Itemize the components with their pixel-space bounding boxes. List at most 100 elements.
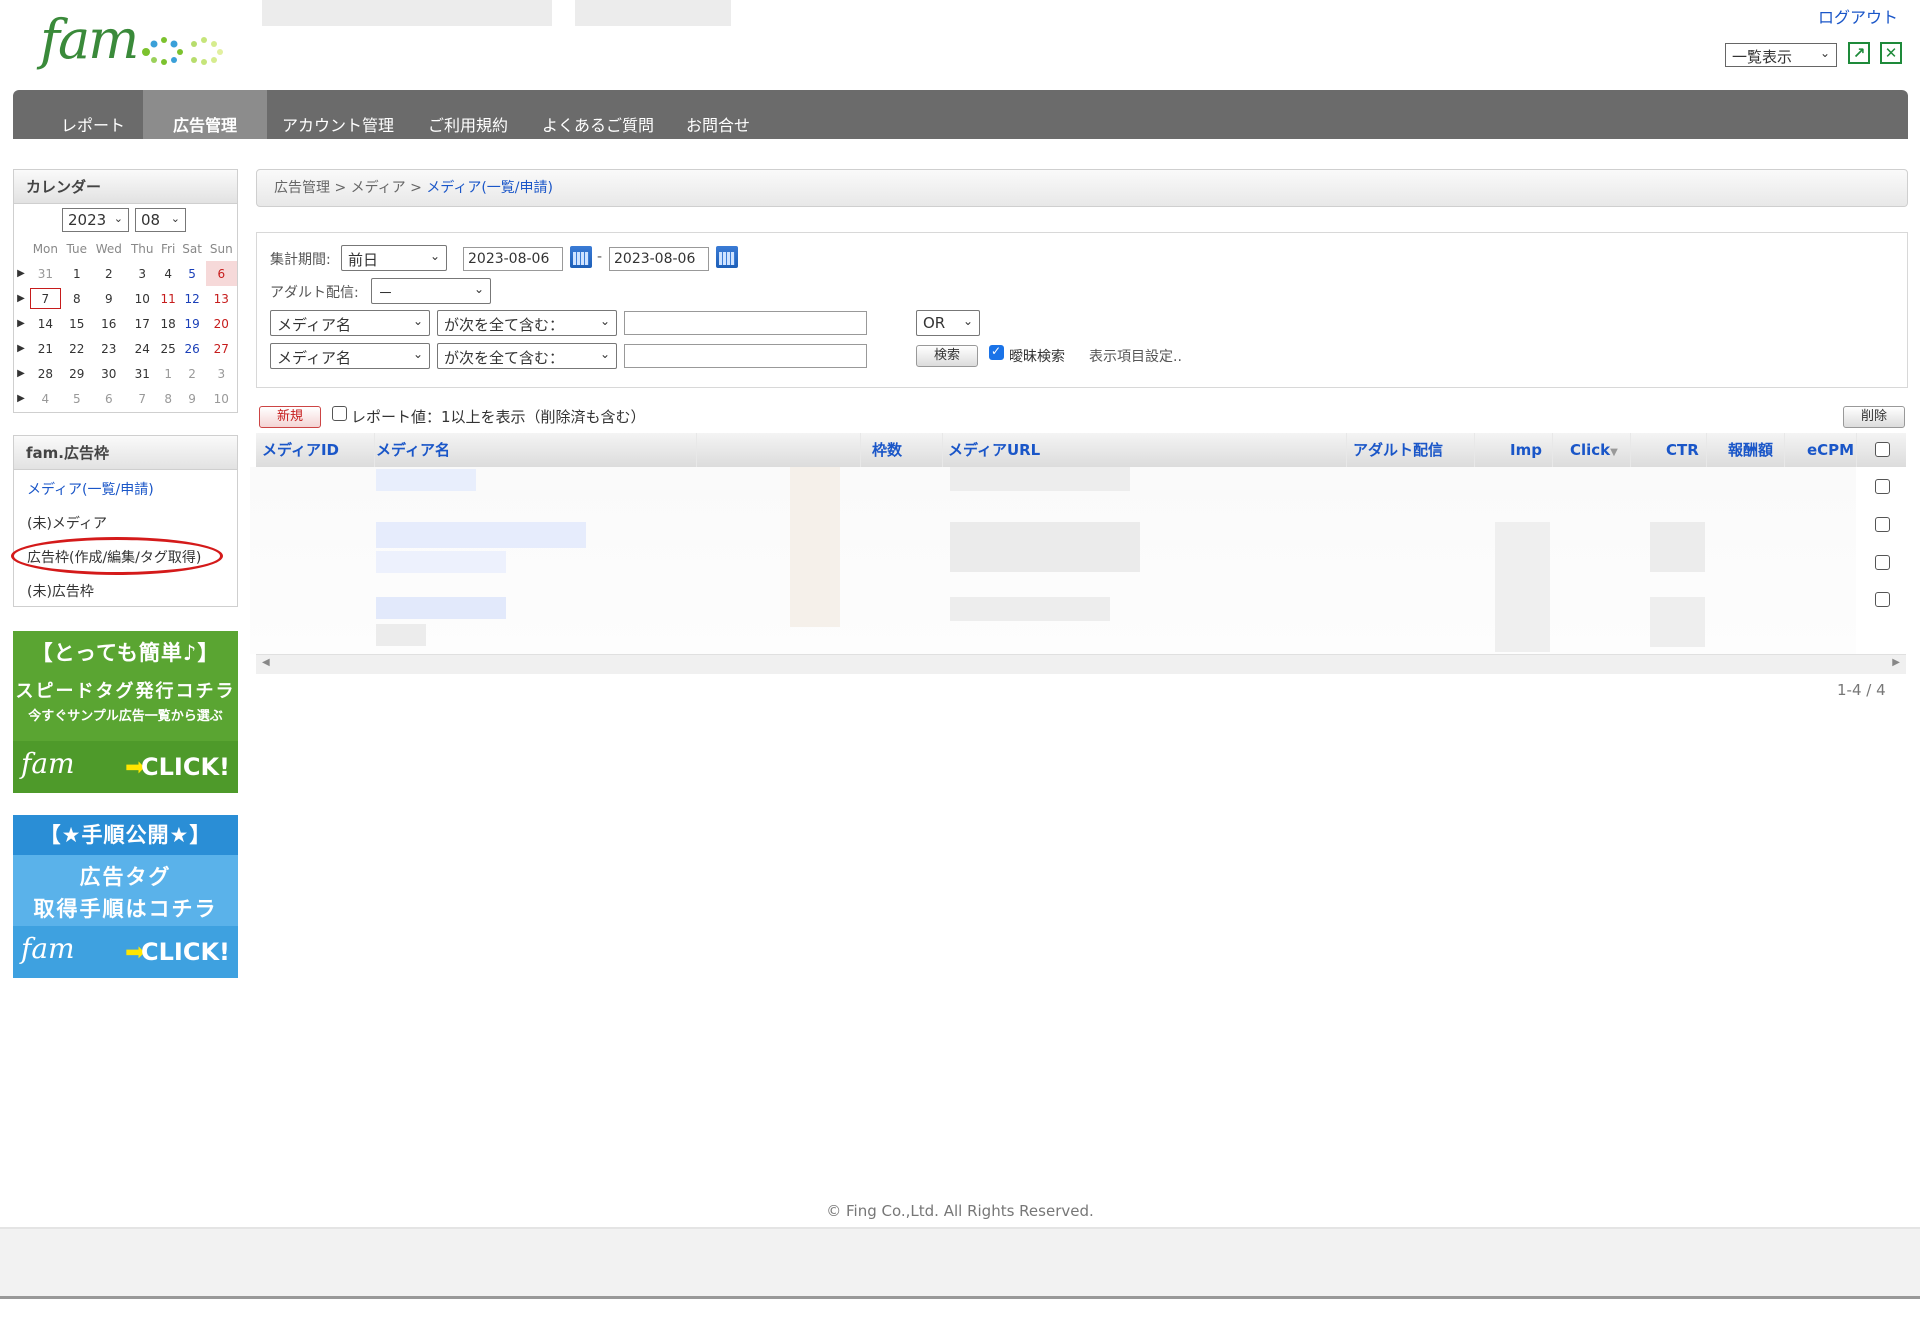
calendar-day[interactable]: 22 xyxy=(63,336,91,361)
calendar-day[interactable]: 3 xyxy=(127,261,158,286)
calendar-day[interactable]: 28 xyxy=(28,361,63,386)
row-select-checkbox[interactable] xyxy=(1875,479,1890,494)
calendar-day[interactable]: 9 xyxy=(91,286,127,311)
calendar-day[interactable]: 1 xyxy=(158,361,179,386)
date-to-input[interactable]: 2023-08-06 xyxy=(609,247,709,271)
calendar-day[interactable]: 16 xyxy=(91,311,127,336)
calendar-day[interactable]: 17 xyxy=(127,311,158,336)
col-media-url[interactable]: メディアURL xyxy=(948,433,1040,467)
date-from-input[interactable]: 2023-08-06 xyxy=(463,247,563,271)
table-horizontal-scrollbar[interactable]: ◀ ▶ xyxy=(256,654,1906,674)
view-mode-select[interactable]: 一覧表示 ⌄ xyxy=(1725,43,1837,67)
calendar-day[interactable]: 1 xyxy=(63,261,91,286)
calendar-day[interactable]: 12 xyxy=(179,286,206,311)
calendar-day[interactable]: 27 xyxy=(206,336,237,361)
nav-item-ad-management[interactable]: 広告管理 xyxy=(143,90,267,139)
calendar-day[interactable]: 30 xyxy=(91,361,127,386)
calendar-day[interactable]: 21 xyxy=(28,336,63,361)
calendar-picker-icon[interactable] xyxy=(716,246,738,268)
excel-icon[interactable]: ✕ xyxy=(1880,42,1902,64)
calendar-day[interactable]: 8 xyxy=(158,386,179,411)
nav-item-faq[interactable]: よくあるご質問 xyxy=(523,90,673,139)
calendar-day[interactable]: 15 xyxy=(63,311,91,336)
week-select-arrow-icon[interactable]: ▶ xyxy=(14,361,28,386)
nav-item-account-management[interactable]: アカウント管理 xyxy=(273,90,403,139)
adult-delivery-select[interactable]: － ⌄ xyxy=(371,278,491,304)
calendar-day[interactable]: 9 xyxy=(179,386,206,411)
col-reward[interactable]: 報酬額 xyxy=(1728,433,1773,467)
calendar-day[interactable]: 24 xyxy=(127,336,158,361)
breadcrumb-ad-management[interactable]: 広告管理 xyxy=(274,180,330,196)
calendar-day[interactable]: 26 xyxy=(179,336,206,361)
calendar-day[interactable]: 23 xyxy=(91,336,127,361)
calendar-day[interactable]: 4 xyxy=(158,261,179,286)
search-operator-select-1[interactable]: が次を全て含む： ⌄ xyxy=(437,310,617,336)
select-all-checkbox[interactable] xyxy=(1875,442,1890,457)
excel-export-icon[interactable]: ↗ xyxy=(1848,42,1870,64)
calendar-day[interactable]: 13 xyxy=(206,286,237,311)
search-keyword-input-1[interactable] xyxy=(624,311,867,335)
breadcrumb-media[interactable]: メディア xyxy=(351,180,406,196)
row-select-checkbox[interactable] xyxy=(1875,555,1890,570)
calendar-picker-icon[interactable] xyxy=(570,246,592,268)
col-media-id[interactable]: メディアID xyxy=(262,433,339,467)
sidebar-link-media-list[interactable]: メディア(一覧/申請) xyxy=(27,479,154,499)
logout-link[interactable]: ログアウト xyxy=(1818,4,1898,28)
col-adult-delivery[interactable]: アダルト配信 xyxy=(1353,433,1443,467)
calendar-day-today[interactable]: 7 xyxy=(28,286,63,311)
famoo-logo[interactable]: fam xyxy=(40,8,223,72)
calendar-day[interactable]: 14 xyxy=(28,311,63,336)
sidebar-link-pending-media[interactable]: (未)メディア xyxy=(27,513,107,533)
search-operator-select-2[interactable]: が次を全て含む： ⌄ xyxy=(437,343,617,369)
search-logic-select[interactable]: OR ⌄ xyxy=(916,310,980,336)
fuzzy-search-checkbox[interactable] xyxy=(989,344,1004,360)
period-select[interactable]: 前日 ⌄ xyxy=(341,245,447,271)
calendar-day[interactable]: 4 xyxy=(28,386,63,411)
calendar-day[interactable]: 10 xyxy=(127,286,158,311)
calendar-day[interactable]: 11 xyxy=(158,286,179,311)
calendar-day[interactable]: 31 xyxy=(28,261,63,286)
col-slot-count[interactable]: 枠数 xyxy=(872,433,902,467)
calendar-day[interactable]: 10 xyxy=(206,386,237,411)
sidebar-link-pending-ad-slot[interactable]: (未)広告枠 xyxy=(27,581,94,601)
search-keyword-input-2[interactable] xyxy=(624,344,867,368)
week-select-arrow-icon[interactable]: ▶ xyxy=(14,261,28,286)
nav-item-terms[interactable]: ご利用規約 xyxy=(408,90,528,139)
calendar-day[interactable]: 31 xyxy=(127,361,158,386)
nav-item-report[interactable]: レポート xyxy=(33,90,153,139)
calendar-day[interactable]: 5 xyxy=(179,261,206,286)
calendar-day[interactable]: 3 xyxy=(206,361,237,386)
tag-guide-banner[interactable]: 【★手順公開★】 広告タグ 取得手順はコチラ fam ➡ CLICK! xyxy=(13,815,238,978)
search-field-select-2[interactable]: メディア名 ⌄ xyxy=(270,343,430,369)
col-ecpm[interactable]: eCPM xyxy=(1807,433,1854,467)
col-media-name[interactable]: メディア名 xyxy=(376,433,450,467)
calendar-day[interactable]: 2 xyxy=(91,261,127,286)
col-imp[interactable]: Imp xyxy=(1510,433,1542,467)
week-select-arrow-icon[interactable]: ▶ xyxy=(14,336,28,361)
nav-item-contact[interactable]: お問合せ xyxy=(668,90,768,139)
calendar-day[interactable]: 5 xyxy=(63,386,91,411)
speed-tag-banner[interactable]: 【とっても簡単♪】 スピードタグ発行コチラ 今すぐサンプル広告一覧から選ぶ fa… xyxy=(13,631,238,793)
row-select-checkbox[interactable] xyxy=(1875,592,1890,607)
col-ctr[interactable]: CTR xyxy=(1666,433,1699,467)
calendar-year-select[interactable]: 2023 ⌄ xyxy=(62,208,129,232)
delete-button[interactable]: 削除 xyxy=(1843,406,1905,428)
scroll-left-icon[interactable]: ◀ xyxy=(262,657,270,668)
report-filter-checkbox[interactable] xyxy=(332,406,347,421)
new-button[interactable]: 新規 xyxy=(259,406,321,428)
search-field-select-1[interactable]: メディア名 ⌄ xyxy=(270,310,430,336)
calendar-day[interactable]: 20 xyxy=(206,311,237,336)
week-select-arrow-icon[interactable]: ▶ xyxy=(14,311,28,336)
scroll-right-icon[interactable]: ▶ xyxy=(1892,657,1900,668)
calendar-day[interactable]: 18 xyxy=(158,311,179,336)
col-click[interactable]: Click▼ xyxy=(1570,433,1618,467)
row-select-checkbox[interactable] xyxy=(1875,517,1890,532)
calendar-month-select[interactable]: 08 ⌄ xyxy=(135,208,186,232)
calendar-day[interactable]: 8 xyxy=(63,286,91,311)
week-select-arrow-icon[interactable]: ▶ xyxy=(14,286,28,311)
calendar-day[interactable]: 19 xyxy=(179,311,206,336)
calendar-day[interactable]: 6 xyxy=(205,261,237,286)
calendar-day[interactable]: 29 xyxy=(63,361,91,386)
search-button[interactable]: 検索 xyxy=(916,345,978,367)
calendar-day[interactable]: 6 xyxy=(91,386,127,411)
